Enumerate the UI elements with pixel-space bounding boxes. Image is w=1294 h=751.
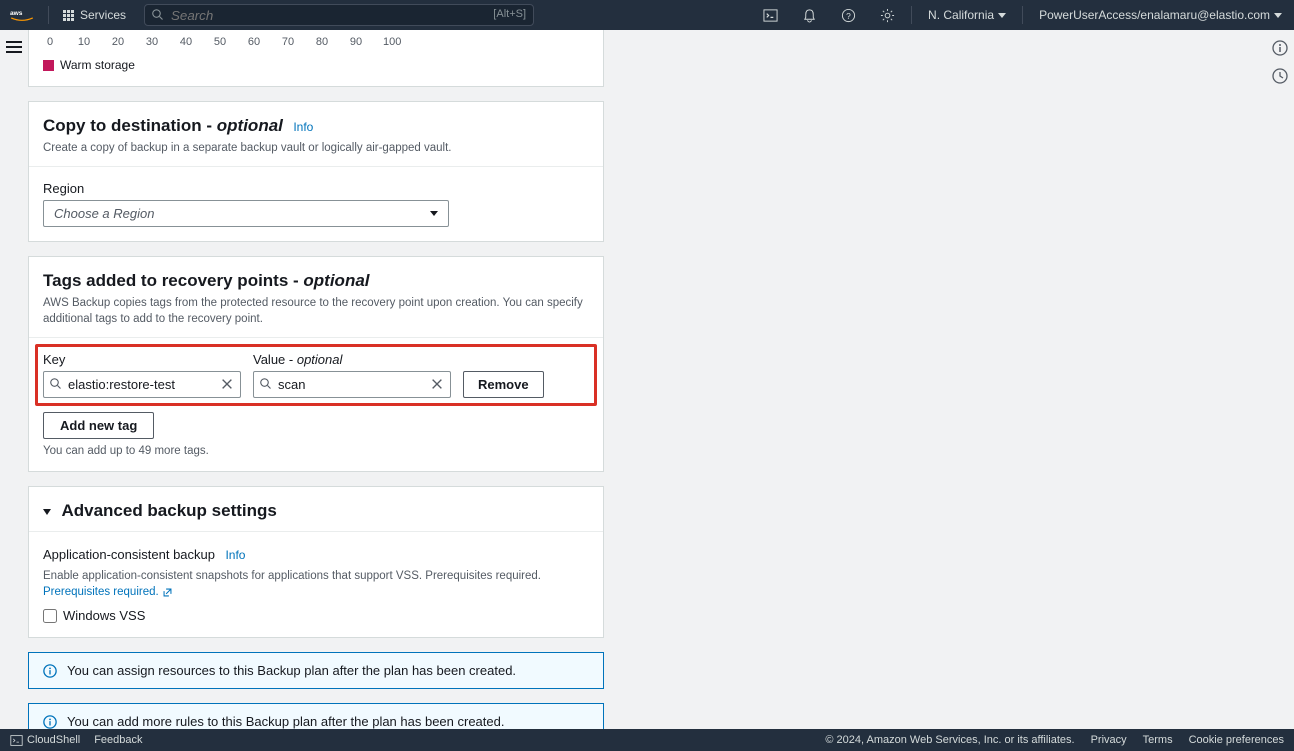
cloudshell-icon[interactable] — [751, 8, 790, 23]
cloudshell-link[interactable]: CloudShell — [10, 734, 80, 747]
search-icon — [260, 378, 272, 390]
region-placeholder: Choose a Region — [54, 206, 154, 221]
feedback-link[interactable]: Feedback — [94, 734, 142, 746]
panel-title: Copy to destination - optional — [43, 116, 283, 135]
info-link[interactable]: Info — [225, 548, 245, 562]
legend-label: Warm storage — [60, 58, 135, 72]
legend-warm-storage: Warm storage — [43, 58, 589, 72]
svg-text:aws: aws — [10, 10, 23, 17]
chevron-down-icon — [1274, 13, 1282, 18]
key-label: Key — [43, 352, 241, 367]
storage-chart-panel: 0102030405060708090100 Warm storage — [28, 30, 604, 87]
advanced-settings-panel: Advanced backup settings Application-con… — [28, 486, 604, 638]
info-link[interactable]: Info — [293, 120, 313, 134]
search-icon — [152, 9, 164, 21]
app-consistent-title: Application-consistent backup — [43, 547, 215, 562]
windows-vss-checkbox[interactable]: Windows VSS — [43, 608, 589, 623]
advanced-toggle[interactable]: Advanced backup settings — [29, 487, 603, 532]
remove-tag-button[interactable]: Remove — [463, 371, 544, 398]
tag-key-input[interactable] — [43, 371, 241, 398]
info-panel-icon[interactable] — [1272, 40, 1288, 56]
region-label: N. California — [928, 8, 994, 22]
bottom-bar: CloudShell Feedback © 2024, Amazon Web S… — [0, 729, 1294, 751]
value-label: Value - optional — [253, 352, 451, 367]
alert-text: You can add more rules to this Backup pl… — [67, 714, 504, 729]
info-alert-assign: You can assign resources to this Backup … — [28, 652, 604, 689]
vss-label: Windows VSS — [63, 608, 145, 623]
tag-value-input[interactable] — [253, 371, 451, 398]
x-axis-ticks: 0102030405060708090100 — [43, 36, 589, 48]
panel-title: Tags added to recovery points - optional — [43, 271, 370, 290]
privacy-link[interactable]: Privacy — [1091, 734, 1127, 746]
sidebar-toggle[interactable] — [6, 40, 22, 56]
external-link-icon — [162, 587, 173, 598]
panel-title: Advanced backup settings — [61, 501, 276, 520]
user-label: PowerUserAccess/enalamaru@elastio.com — [1039, 8, 1270, 22]
alert-text: You can assign resources to this Backup … — [67, 663, 516, 678]
settings-icon[interactable] — [868, 8, 907, 23]
copy-to-destination-panel: Copy to destination - optional Info Crea… — [28, 101, 604, 242]
services-button[interactable]: Services — [53, 8, 136, 22]
notifications-icon[interactable] — [790, 8, 829, 23]
clear-icon[interactable] — [430, 377, 444, 391]
global-search[interactable]: [Alt+S] — [144, 4, 534, 26]
search-input[interactable] — [144, 4, 534, 26]
terms-link[interactable]: Terms — [1143, 734, 1173, 746]
advanced-description: Enable application-consistent snapshots … — [43, 568, 589, 600]
aws-logo[interactable]: aws — [0, 7, 44, 24]
add-new-tag-button[interactable]: Add new tag — [43, 412, 154, 439]
chevron-down-icon — [430, 211, 438, 216]
panel-description: AWS Backup copies tags from the protecte… — [43, 295, 589, 327]
search-shortcut: [Alt+S] — [493, 8, 526, 20]
copyright: © 2024, Amazon Web Services, Inc. or its… — [825, 734, 1074, 746]
top-nav: aws Services [Alt+S] ? N. California Pow… — [0, 0, 1294, 30]
chevron-down-icon — [998, 13, 1006, 18]
prerequisites-link[interactable]: Prerequisites required. — [43, 586, 159, 598]
highlighted-tag-row: Key Value - optional — [35, 344, 597, 406]
user-menu[interactable]: PowerUserAccess/enalamaru@elastio.com — [1027, 8, 1294, 22]
diagnostics-icon[interactable] — [1272, 68, 1288, 84]
search-icon — [50, 378, 62, 390]
info-icon — [43, 664, 57, 678]
svg-text:?: ? — [846, 10, 851, 20]
legend-swatch — [43, 60, 54, 71]
panel-description: Create a copy of backup in a separate ba… — [43, 140, 589, 156]
region-select[interactable]: Choose a Region — [43, 200, 449, 227]
cookie-prefs-link[interactable]: Cookie preferences — [1189, 734, 1284, 746]
tags-panel: Tags added to recovery points - optional… — [28, 256, 604, 472]
help-icon[interactable]: ? — [829, 8, 868, 23]
clear-icon[interactable] — [220, 377, 234, 391]
main-content: 0102030405060708090100 Warm storage Copy… — [28, 30, 1266, 729]
info-alert-rules: You can add more rules to this Backup pl… — [28, 703, 604, 729]
region-selector[interactable]: N. California — [916, 8, 1018, 22]
services-grid-icon — [63, 10, 74, 21]
tags-helper: You can add up to 49 more tags. — [43, 445, 589, 457]
right-rail — [1272, 40, 1288, 84]
vss-checkbox-input[interactable] — [43, 609, 57, 623]
services-label: Services — [80, 8, 126, 22]
info-icon — [43, 715, 57, 729]
region-label: Region — [43, 181, 589, 196]
chevron-down-icon — [43, 509, 51, 515]
